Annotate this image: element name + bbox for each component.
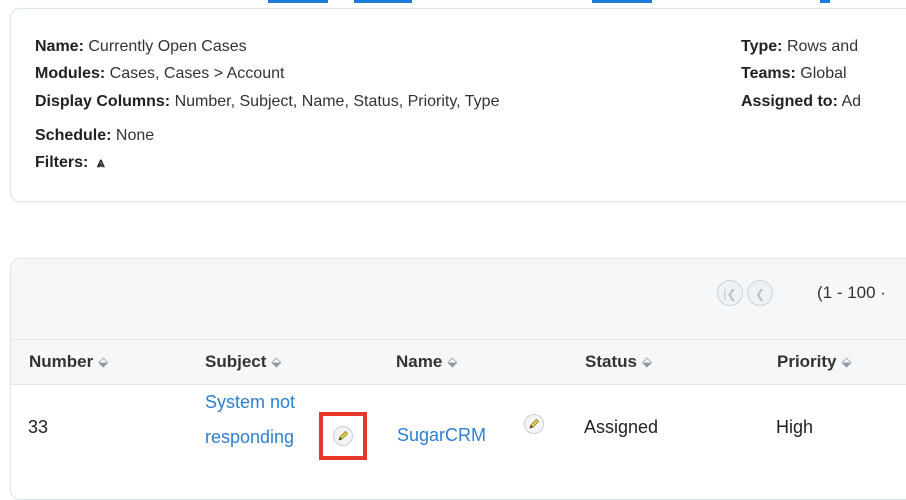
display-columns-value: Number, Subject, Name, Status, Priority,… xyxy=(174,93,500,110)
first-page-icon: |❮ xyxy=(723,287,737,301)
edit-name-pencil-icon[interactable] xyxy=(524,414,544,434)
teams-label: Teams: xyxy=(741,65,796,82)
type-value: Rows and xyxy=(786,38,859,55)
top-bar-segment xyxy=(820,0,830,3)
previous-page-icon: ❮ xyxy=(754,287,766,301)
column-header-number[interactable]: Number ⬙ xyxy=(29,352,108,372)
column-header-label: Number xyxy=(29,352,94,371)
assigned-to-field: Assigned to: Ad xyxy=(741,92,861,112)
top-bar-segment xyxy=(268,0,328,3)
sort-icon: ⬙ xyxy=(841,354,852,369)
name-label: Name: xyxy=(35,38,84,55)
cell-status: Assigned xyxy=(584,417,659,437)
type-field: Type: Rows and xyxy=(741,37,858,57)
teams-value: Global xyxy=(800,65,847,82)
report-details-panel: Name: Currently Open Cases Modules: Case… xyxy=(10,8,906,202)
pagination-bar: |❮ ❮ (1 - 100 · xyxy=(11,259,906,340)
sort-icon: ⬙ xyxy=(271,354,282,369)
name-value: Currently Open Cases xyxy=(88,38,247,55)
name-field: Name: Currently Open Cases xyxy=(35,37,247,57)
table-header: Number ⬙ Subject ⬙ Name ⬙ Status ⬙ Priority ⬙ xyxy=(11,340,906,385)
first-page-button[interactable]: |❮ xyxy=(717,280,743,306)
report-results-panel: |❮ ❮ (1 - 100 · Number ⬙ Subject ⬙ Name ⬙ S… xyxy=(10,258,906,500)
filters-field: Filters: ⩓ xyxy=(35,152,105,173)
display-columns-label: Display Columns: xyxy=(35,93,171,110)
top-bar-segment xyxy=(592,0,652,3)
double-chevron-up-icon[interactable]: ⩓ xyxy=(97,152,105,172)
filters-label: Filters: xyxy=(35,154,89,171)
column-header-label: Priority xyxy=(777,352,837,371)
sort-icon: ⬙ xyxy=(98,354,109,369)
assigned-to-value: Ad xyxy=(841,93,862,110)
subject-link-line1[interactable]: System not xyxy=(205,392,295,413)
type-label: Type: xyxy=(741,38,783,55)
top-strip xyxy=(0,0,906,6)
teams-field: Teams: Global xyxy=(741,64,847,84)
sort-icon: ⬙ xyxy=(641,354,652,369)
name-link[interactable]: SugarCRM xyxy=(397,425,486,446)
column-header-name[interactable]: Name ⬙ xyxy=(396,352,457,372)
modules-label: Modules: xyxy=(35,65,106,82)
cell-number: 33 xyxy=(28,417,49,437)
schedule-field: Schedule: None xyxy=(35,126,154,146)
column-header-subject[interactable]: Subject ⬙ xyxy=(205,352,281,372)
column-header-label: Subject xyxy=(205,352,267,371)
column-header-status[interactable]: Status ⬙ xyxy=(585,352,652,372)
sort-icon: ⬙ xyxy=(447,354,458,369)
top-bar-segment xyxy=(354,0,412,3)
schedule-label: Schedule: xyxy=(35,127,112,144)
modules-field: Modules: Cases, Cases > Account xyxy=(35,64,284,84)
column-header-label: Name xyxy=(396,352,443,371)
display-columns-field: Display Columns: Number, Subject, Name, … xyxy=(35,92,499,112)
column-header-label: Status xyxy=(585,352,637,371)
assigned-to-label: Assigned to: xyxy=(741,93,838,110)
schedule-value: None xyxy=(115,127,155,144)
subject-link-line2[interactable]: responding xyxy=(205,427,294,448)
column-header-priority[interactable]: Priority ⬙ xyxy=(777,352,852,372)
previous-page-button[interactable]: ❮ xyxy=(747,280,773,306)
cell-priority: High xyxy=(776,417,814,437)
edit-icon-highlight-box xyxy=(319,412,367,460)
pagination-range: (1 - 100 · xyxy=(817,283,886,302)
modules-value: Cases, Cases > Account xyxy=(109,65,285,82)
